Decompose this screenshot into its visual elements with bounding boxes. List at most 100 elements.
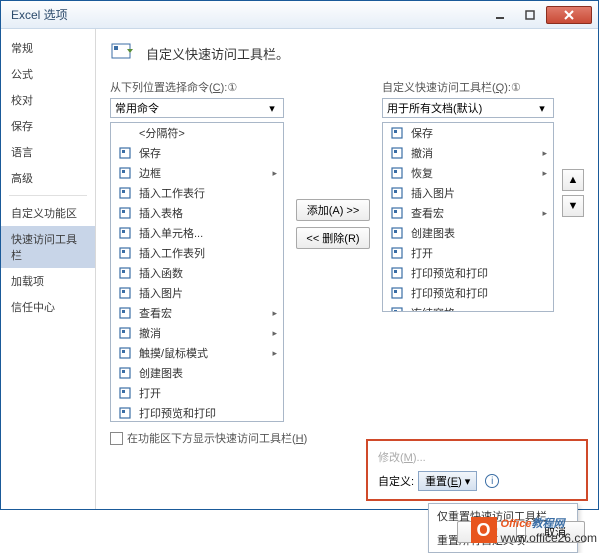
command-icon [117,285,133,301]
command-icon [117,385,133,401]
submenu-indicator-icon: ▸ [542,168,547,179]
command-icon [117,405,133,421]
transfer-buttons: 添加(A) >> << 删除(R) [292,79,374,249]
list-item[interactable]: 打印预览和打印 [383,283,553,303]
list-item-label: 插入工作表列 [139,245,277,261]
list-item-label: 打开 [139,385,277,401]
list-item[interactable]: 插入图片 [383,183,553,203]
command-icon [117,145,133,161]
command-icon [389,225,405,241]
command-icon [117,125,133,141]
submenu-indicator-icon: ▸ [542,148,547,159]
list-item[interactable]: 撤消▸ [111,323,283,343]
sidebar-item[interactable]: 保存 [1,113,95,139]
list-item[interactable]: 打印预览和打印 [383,263,553,283]
list-item[interactable]: 打开 [383,243,553,263]
command-icon [389,245,405,261]
command-icon [389,165,405,181]
list-item[interactable]: 插入工作表行 [111,183,283,203]
logo-icon: O [471,517,497,543]
list-item[interactable]: <分隔符> [111,123,283,143]
command-icon [389,125,405,141]
list-item[interactable]: 边框▸ [111,163,283,183]
customizations-label: 自定义: [378,473,414,489]
command-icon [117,345,133,361]
maximize-button[interactable] [516,6,544,24]
list-item[interactable]: 恢复 ▸ [383,163,553,183]
submenu-indicator-icon: ▸ [542,208,547,219]
reset-split-button[interactable]: 重置(E) ▾ [418,471,477,491]
sidebar-item[interactable]: 高级 [1,165,95,191]
commands-source-select[interactable]: 常用命令 ▾ [110,98,284,118]
move-up-button[interactable]: ▲ [562,169,584,191]
sidebar-item[interactable]: 快速访问工具栏 [1,226,95,268]
list-item-label: 恢复 [411,165,536,181]
list-item-label: 插入函数 [139,265,277,281]
current-qat-list[interactable]: 保存撤消▸恢复▸插入图片查看宏▸创建图表打开打印预览和打印打印预览和打印冻结窗格… [382,122,554,312]
command-icon [117,205,133,221]
list-item[interactable]: 撤消 ▸ [383,143,553,163]
list-item[interactable]: 创建图表 [383,223,553,243]
qat-icon [110,39,138,67]
submenu-indicator-icon: ▸ [272,308,277,319]
list-item-label: 冻结窗格 [411,305,536,312]
list-item-label: 插入图片 [411,185,547,201]
list-item-label: 撤消 [411,145,536,161]
close-button[interactable] [546,6,592,24]
sidebar-item[interactable]: 语言 [1,139,95,165]
command-icon [117,325,133,341]
chevron-down-icon: ▾ [535,101,549,115]
list-item[interactable]: 创建图表 [111,363,283,383]
list-item[interactable]: 保存 [383,123,553,143]
minimize-button[interactable] [486,6,514,24]
list-item-label: 查看宏 [411,205,536,221]
list-item-label: <分隔符> [139,125,277,141]
list-item-label: 保存 [411,125,547,141]
list-item[interactable]: 保存 [111,143,283,163]
list-item[interactable]: 插入图片 [111,283,283,303]
submenu-indicator-icon: ▸ [272,348,277,359]
list-item[interactable]: 触摸/鼠标模式 ▸ [111,343,283,363]
command-icon [117,305,133,321]
available-commands-list[interactable]: <分隔符> 保存边框▸ 插入工作表行插入表格插入单元格... 插入工作表列插入函数插入… [110,122,284,422]
list-item[interactable]: 打开 [111,383,283,403]
command-icon [389,145,405,161]
show-below-ribbon-label: 在功能区下方显示快速访问工具栏(H) [127,430,307,446]
list-item[interactable]: 打印预览和打印 [111,403,283,422]
list-item[interactable]: 查看宏 ▸ [383,203,553,223]
list-item[interactable]: 插入单元格... [111,223,283,243]
window-title: Excel 选项 [11,6,484,23]
sidebar-item[interactable]: 常规 [1,35,95,61]
sidebar-item[interactable]: 自定义功能区 [1,200,95,226]
command-icon [117,265,133,281]
category-sidebar: 常规公式校对保存语言高级 自定义功能区快速访问工具栏加载项信任中心 [1,29,96,509]
move-down-button[interactable]: ▼ [562,195,584,217]
list-item[interactable]: 插入函数 [111,263,283,283]
list-item-label: 插入图片 [139,285,277,301]
list-item[interactable]: 插入表格 [111,203,283,223]
list-item-label: 触摸/鼠标模式 [139,345,266,361]
list-item[interactable]: 查看宏 ▸ [111,303,283,323]
command-icon [117,365,133,381]
main-panel: 自定义快速访问工具栏。 从下列位置选择命令(C):① 常用命令 ▾ <分隔符> 保… [96,29,598,509]
list-item[interactable]: 冻结窗格▸ [383,303,553,312]
headline-text: 自定义快速访问工具栏。 [146,44,289,63]
sidebar-item[interactable]: 加载项 [1,268,95,294]
checkbox-icon[interactable] [110,432,123,445]
list-item-label: 插入工作表行 [139,185,277,201]
list-item[interactable]: 插入工作表列 [111,243,283,263]
list-item-label: 查看宏 [139,305,266,321]
chevron-down-icon: ▾ [265,101,279,115]
remove-button[interactable]: << 删除(R) [296,227,370,249]
chevron-down-icon: ▾ [465,475,471,488]
qat-target-select[interactable]: 用于所有文档(默认) ▾ [382,98,554,118]
choose-from-label: 从下列位置选择命令(C):① [110,79,284,95]
command-icon [117,225,133,241]
titlebar[interactable]: Excel 选项 [1,1,598,29]
list-item-label: 插入单元格... [139,225,277,241]
sidebar-item[interactable]: 信任中心 [1,294,95,320]
sidebar-item[interactable]: 校对 [1,87,95,113]
help-icon[interactable]: i [485,474,499,488]
sidebar-item[interactable]: 公式 [1,61,95,87]
add-button[interactable]: 添加(A) >> [296,199,370,221]
